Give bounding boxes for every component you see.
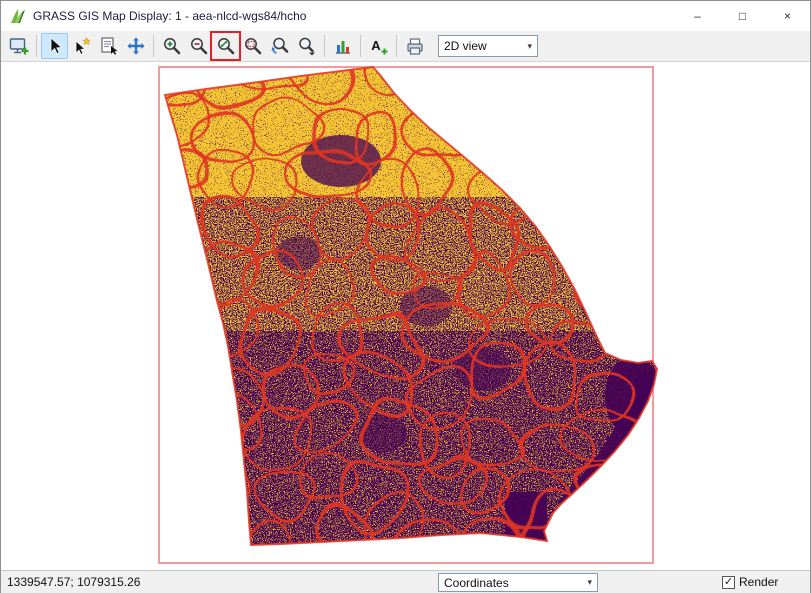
add-overlay-button[interactable]: A bbox=[365, 33, 392, 59]
toolbar-separator bbox=[396, 35, 397, 57]
analyze-button[interactable] bbox=[329, 33, 356, 59]
monitor-layers-icon bbox=[9, 36, 29, 56]
map-render-georgia[interactable] bbox=[1, 62, 810, 570]
save-display-button[interactable] bbox=[401, 33, 428, 59]
zoom-region-icon bbox=[243, 36, 263, 56]
query-document-icon bbox=[99, 36, 119, 56]
pan-arrows-icon bbox=[126, 36, 146, 56]
zoom-back-icon bbox=[270, 36, 290, 56]
select-arrow-icon bbox=[72, 36, 92, 56]
chevron-down-icon: ▾ bbox=[527, 41, 532, 52]
zoom-in-button[interactable] bbox=[158, 33, 185, 59]
maximize-button[interactable]: □ bbox=[720, 1, 765, 31]
toolbar-separator bbox=[324, 35, 325, 57]
zoom-options-button[interactable] bbox=[293, 33, 320, 59]
zoom-out-button[interactable] bbox=[185, 33, 212, 59]
statusbar-mode-select[interactable]: Coordinates ▾ bbox=[438, 573, 598, 592]
coordinates-readout: 1339547.57; 1079315.26 bbox=[7, 575, 140, 589]
zoom-options-icon bbox=[297, 36, 317, 56]
toolbar-separator bbox=[153, 35, 154, 57]
map-canvas[interactable] bbox=[1, 62, 810, 570]
toolbar-separator bbox=[36, 35, 37, 57]
add-text-icon: A bbox=[369, 36, 389, 56]
view-mode-select[interactable]: 2D view ▾ bbox=[438, 35, 538, 57]
view-mode-value: 2D view bbox=[444, 39, 487, 53]
query-raster-button[interactable] bbox=[95, 33, 122, 59]
map-toolbar: A 2D view ▾ bbox=[1, 31, 810, 62]
close-button[interactable]: × bbox=[765, 1, 810, 31]
render-toggle: ✓ Render bbox=[722, 575, 778, 589]
analyze-chart-icon bbox=[333, 36, 353, 56]
pan-button[interactable] bbox=[122, 33, 149, 59]
georgia-raster bbox=[124, 62, 661, 570]
statusbar-mode-value: Coordinates bbox=[444, 576, 509, 590]
zoom-extent-button[interactable] bbox=[212, 33, 239, 59]
minimize-button[interactable]: – bbox=[675, 1, 720, 31]
grass-gis-logo-icon bbox=[9, 7, 27, 25]
zoom-in-icon bbox=[162, 36, 182, 56]
window-controls: – □ × bbox=[675, 1, 810, 31]
zoom-extent-icon bbox=[216, 36, 236, 56]
statusbar: 1339547.57; 1079315.26 Coordinates ▾ ✓ R… bbox=[1, 570, 810, 593]
render-label: Render bbox=[739, 575, 778, 589]
zoom-out-icon bbox=[189, 36, 209, 56]
chevron-down-icon: ▾ bbox=[587, 577, 592, 588]
cursor-arrow-icon bbox=[45, 36, 65, 56]
zoom-back-button[interactable] bbox=[266, 33, 293, 59]
display-settings-button[interactable] bbox=[5, 33, 32, 59]
select-features-button[interactable] bbox=[68, 33, 95, 59]
text-tool-glyph: A bbox=[371, 38, 381, 53]
toolbar-separator bbox=[360, 35, 361, 57]
grass-map-display-window: GRASS GIS Map Display: 1 - aea-nlcd-wgs8… bbox=[0, 0, 811, 593]
window-title: GRASS GIS Map Display: 1 - aea-nlcd-wgs8… bbox=[33, 9, 306, 23]
zoom-region-button[interactable] bbox=[239, 33, 266, 59]
checkmark-icon: ✓ bbox=[724, 577, 733, 588]
titlebar[interactable]: GRASS GIS Map Display: 1 - aea-nlcd-wgs8… bbox=[1, 1, 810, 31]
pointer-button[interactable] bbox=[41, 33, 68, 59]
save-display-icon bbox=[405, 36, 425, 56]
render-checkbox[interactable]: ✓ bbox=[722, 576, 735, 589]
